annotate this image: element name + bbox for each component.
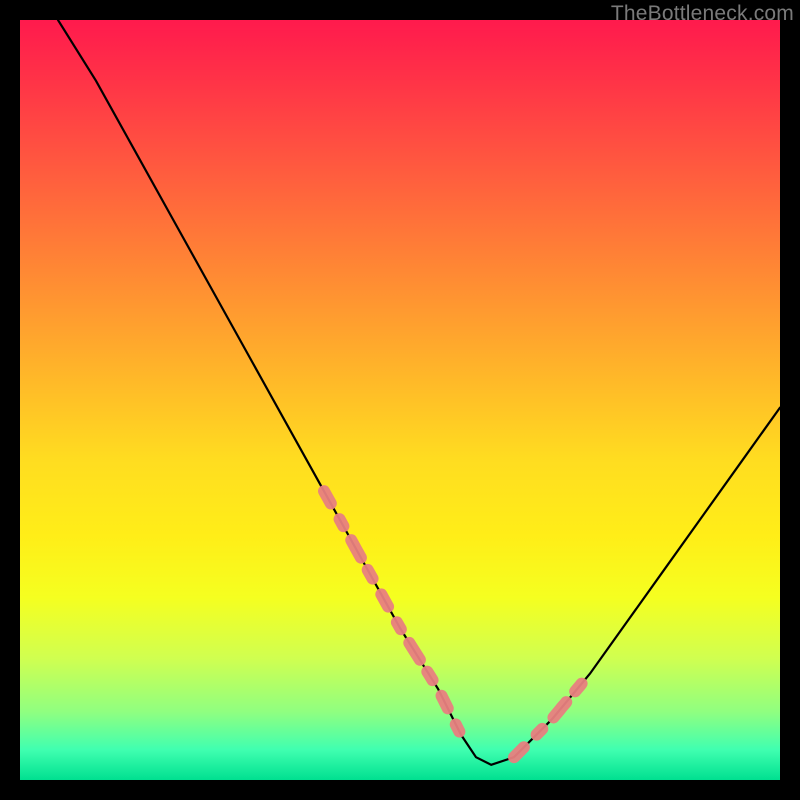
plot-area (20, 20, 780, 780)
highlight-segment-0 (324, 491, 461, 734)
chart-container: TheBottleneck.com (0, 0, 800, 800)
highlight-segment-1 (514, 674, 590, 758)
curve-svg (20, 20, 780, 780)
bottleneck-curve (58, 20, 780, 765)
